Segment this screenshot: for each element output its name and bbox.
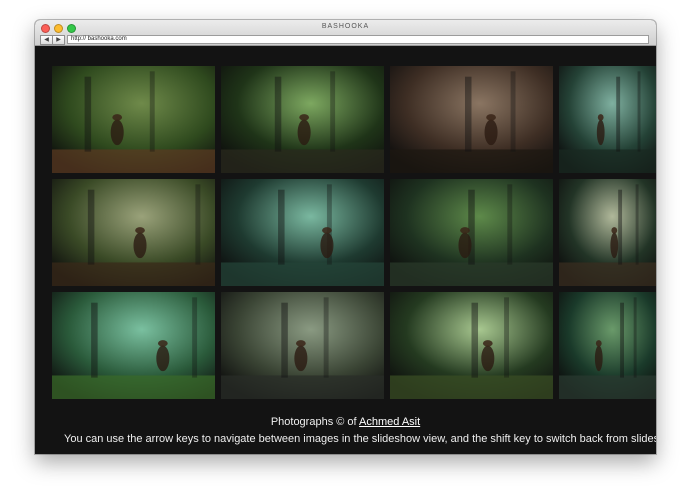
browser-window: BASHOOKA ◀ ▶ http:// bashooka.com Photog… — [35, 20, 656, 454]
photo-thumbnail[interactable] — [559, 292, 656, 399]
photo-thumbnail[interactable] — [390, 292, 553, 399]
title-bar: BASHOOKA ◀ ▶ http:// bashooka.com — [35, 20, 656, 46]
photo-image — [390, 292, 553, 399]
photo-image — [559, 292, 656, 399]
photo-image — [221, 292, 384, 399]
photo-image — [52, 179, 215, 286]
photo-image — [221, 179, 384, 286]
keyboard-instructions: You can use the arrow keys to navigate b… — [64, 433, 656, 445]
nav-buttons: ◀ ▶ — [40, 35, 65, 45]
photo-thumbnail[interactable] — [221, 292, 384, 399]
forward-arrow-icon[interactable]: ▶ — [53, 35, 65, 45]
photo-image — [221, 66, 384, 173]
photo-thumbnail[interactable] — [559, 66, 656, 173]
photo-thumbnail[interactable] — [52, 66, 215, 173]
page-content: Photographs © of Achmed Asit You can use… — [35, 46, 656, 454]
photo-thumbnail[interactable] — [221, 179, 384, 286]
credit-text: Photographs © of — [270, 416, 360, 428]
photographer-link[interactable]: Achmed Asit — [359, 416, 420, 428]
back-arrow-icon[interactable]: ◀ — [40, 35, 53, 45]
address-bar[interactable]: http:// bashooka.com — [67, 35, 649, 44]
photo-image — [559, 66, 656, 173]
photo-image — [559, 179, 656, 286]
photo-image — [390, 179, 553, 286]
photo-image — [390, 66, 553, 173]
photo-thumbnail[interactable] — [559, 179, 656, 286]
photo-thumbnail[interactable] — [52, 179, 215, 286]
photo-thumbnail[interactable] — [390, 179, 553, 286]
photo-thumbnail[interactable] — [390, 66, 553, 173]
window-title: BASHOOKA — [321, 23, 370, 30]
photo-credit: Photographs © of Achmed Asit — [35, 416, 656, 428]
photo-thumbnail[interactable] — [52, 292, 215, 399]
photo-thumbnail[interactable] — [221, 66, 384, 173]
photo-image — [52, 66, 215, 173]
photo-image — [52, 292, 215, 399]
